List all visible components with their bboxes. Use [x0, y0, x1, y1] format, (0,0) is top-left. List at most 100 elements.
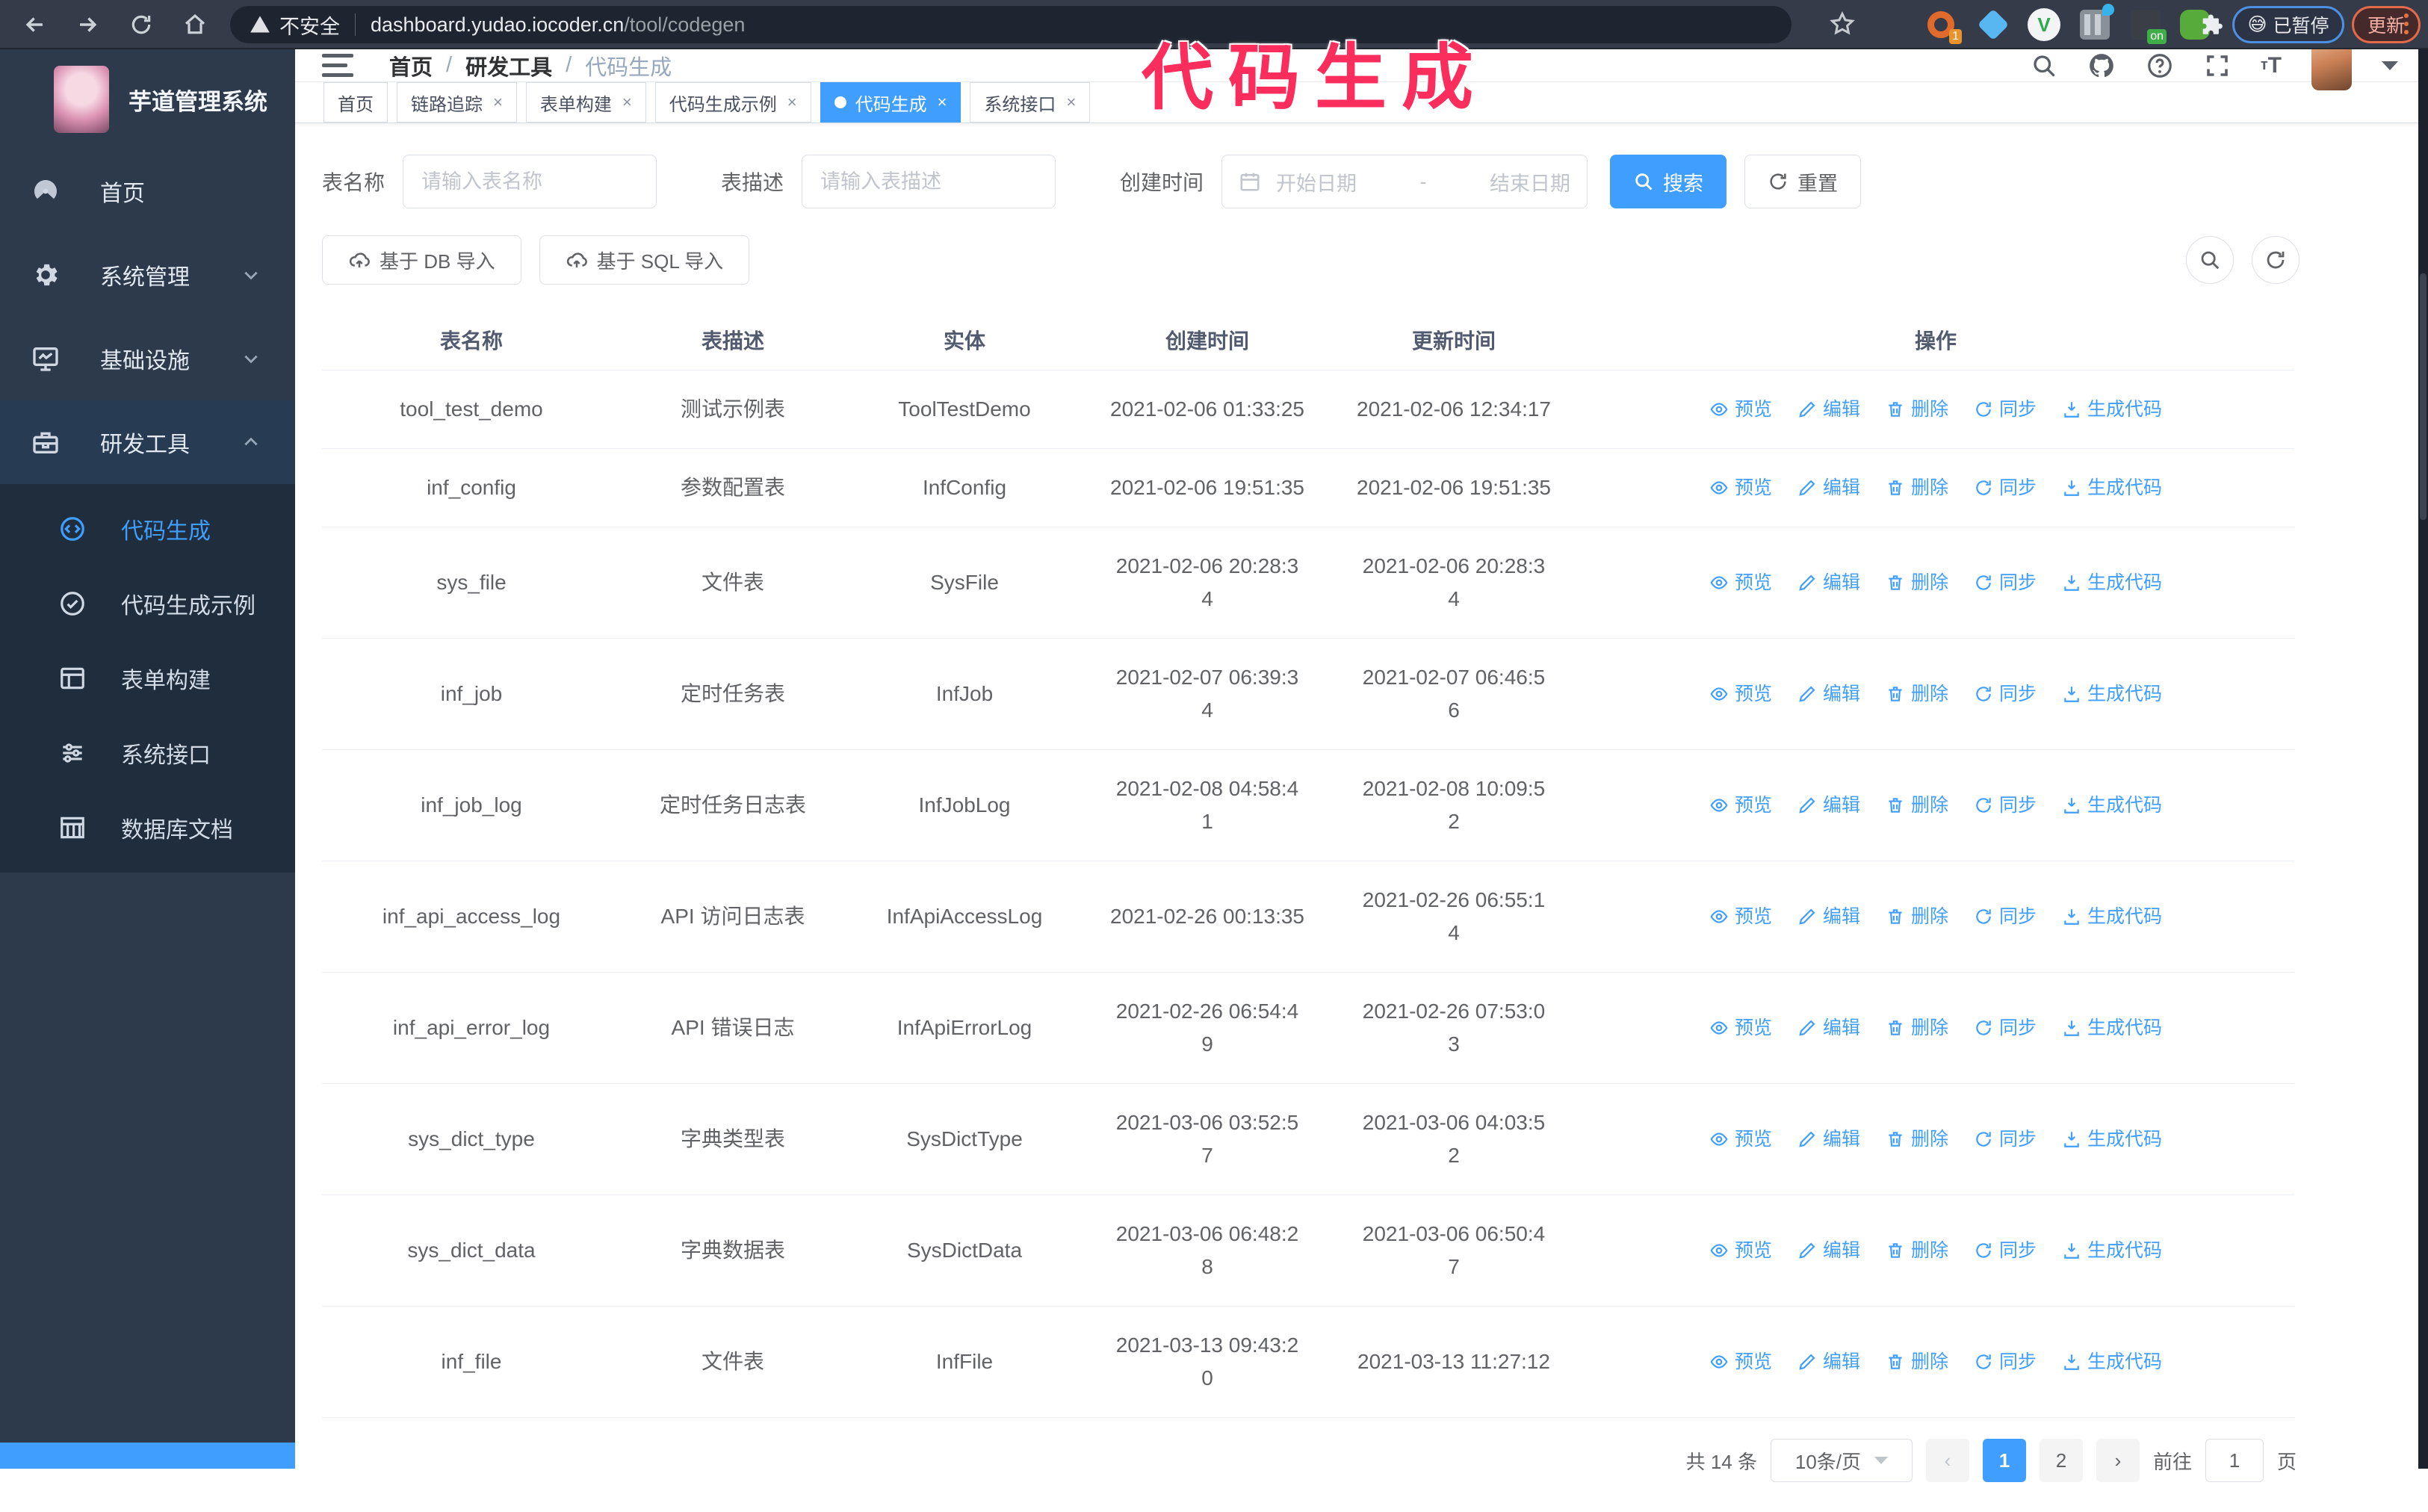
action-preview[interactable]: 预览	[1709, 789, 1772, 822]
action-preview[interactable]: 预览	[1709, 566, 1772, 599]
action-preview[interactable]: 预览	[1709, 1123, 1772, 1156]
page-button-2[interactable]: 2	[2039, 1439, 2083, 1482]
profile-paused-badge[interactable]: 😅 已暂停	[2232, 6, 2344, 43]
browser-refresh-icon[interactable]	[126, 9, 157, 40]
table-name-input[interactable]	[403, 155, 657, 208]
search-button[interactable]: 搜索	[1610, 155, 1727, 208]
action-generate-code[interactable]: 生成代码	[2062, 1123, 2162, 1156]
tab-close-icon[interactable]: ×	[622, 93, 632, 112]
sidebar-item-db-doc[interactable]: 数据库文档	[0, 790, 295, 865]
action-generate-code[interactable]: 生成代码	[2062, 566, 2162, 599]
action-edit[interactable]: 编辑	[1797, 1123, 1860, 1156]
sidebar-item-dev-tools[interactable]: 研发工具	[0, 400, 295, 484]
action-generate-code[interactable]: 生成代码	[2062, 393, 2162, 426]
sidebar-item-system[interactable]: 系统管理	[0, 233, 295, 317]
action-preview[interactable]: 预览	[1709, 678, 1772, 710]
header-search-icon[interactable]	[2031, 52, 2057, 79]
browser-menu-icon[interactable]	[2404, 13, 2409, 34]
action-preview[interactable]: 预览	[1709, 1345, 1772, 1378]
scrollbar-thumb[interactable]	[2420, 273, 2427, 520]
sidebar-item-codegen-example[interactable]: 代码生成示例	[0, 566, 295, 641]
extension-orange-icon[interactable]: 1	[1924, 8, 1962, 44]
action-delete[interactable]: 删除	[1886, 1011, 1948, 1044]
tab-1[interactable]: 首页	[323, 82, 388, 123]
github-icon[interactable]	[2087, 52, 2116, 80]
action-sync[interactable]: 同步	[1974, 1123, 2037, 1156]
action-delete[interactable]: 删除	[1886, 1345, 1948, 1378]
action-sync[interactable]: 同步	[1974, 900, 2037, 933]
action-preview[interactable]: 预览	[1709, 1011, 1772, 1044]
next-page-button[interactable]: ›	[2096, 1439, 2140, 1482]
extensions-puzzle-icon[interactable]	[2195, 8, 2228, 41]
action-edit[interactable]: 编辑	[1797, 1234, 1860, 1267]
action-edit[interactable]: 编辑	[1797, 393, 1860, 426]
fullscreen-icon[interactable]	[2204, 52, 2231, 79]
reset-button[interactable]: 重置	[1744, 155, 1862, 208]
action-delete[interactable]: 删除	[1886, 678, 1948, 710]
action-sync[interactable]: 同步	[1974, 1234, 2037, 1267]
action-sync[interactable]: 同步	[1974, 789, 2037, 822]
sidebar-item-form-builder[interactable]: 表单构建	[0, 641, 295, 716]
action-preview[interactable]: 预览	[1709, 471, 1772, 504]
action-generate-code[interactable]: 生成代码	[2062, 678, 2162, 710]
date-range-picker[interactable]: 开始日期 - 结束日期	[1221, 155, 1588, 208]
action-edit[interactable]: 编辑	[1797, 900, 1860, 933]
action-edit[interactable]: 编辑	[1797, 789, 1860, 822]
tab-4[interactable]: 代码生成示例 ×	[654, 82, 811, 123]
breadcrumb-home[interactable]: 首页	[389, 50, 433, 81]
page-scrollbar[interactable]	[2418, 49, 2428, 1469]
tab-close-icon[interactable]: ×	[938, 93, 947, 112]
import-db-button[interactable]: 基于 DB 导入	[322, 235, 521, 285]
bookmark-star-icon[interactable]	[1829, 10, 1856, 37]
action-sync[interactable]: 同步	[1974, 1011, 2037, 1044]
tab-close-icon[interactable]: ×	[1066, 93, 1076, 112]
avatar-caret-icon[interactable]	[2382, 61, 2398, 70]
help-icon[interactable]	[2146, 52, 2174, 80]
action-preview[interactable]: 预览	[1709, 900, 1772, 933]
browser-forward-icon[interactable]	[72, 9, 103, 40]
action-preview[interactable]: 预览	[1709, 1234, 1772, 1267]
tab-6[interactable]: 系统接口 ×	[970, 82, 1091, 123]
toggle-search-button[interactable]	[2186, 236, 2234, 284]
action-delete[interactable]: 删除	[1886, 1123, 1948, 1156]
prev-page-button[interactable]: ‹	[1925, 1439, 1969, 1482]
action-edit[interactable]: 编辑	[1797, 566, 1860, 599]
action-edit[interactable]: 编辑	[1797, 1011, 1860, 1044]
action-generate-code[interactable]: 生成代码	[2062, 1011, 2162, 1044]
action-delete[interactable]: 删除	[1886, 566, 1948, 599]
action-generate-code[interactable]: 生成代码	[2062, 1345, 2162, 1378]
action-edit[interactable]: 编辑	[1797, 471, 1860, 504]
action-delete[interactable]: 删除	[1886, 900, 1948, 933]
action-delete[interactable]: 删除	[1886, 471, 1948, 504]
tab-2[interactable]: 链路追踪 ×	[397, 82, 517, 123]
breadcrumb-dev-tools[interactable]: 研发工具	[465, 50, 552, 81]
action-edit[interactable]: 编辑	[1797, 678, 1860, 710]
tab-close-icon[interactable]: ×	[787, 93, 797, 112]
sidebar-item-codegen[interactable]: 代码生成	[0, 492, 295, 566]
browser-back-icon[interactable]	[19, 9, 51, 40]
font-size-icon[interactable]: тT	[2261, 53, 2282, 78]
action-generate-code[interactable]: 生成代码	[2062, 1234, 2162, 1267]
page-button-1[interactable]: 1	[1982, 1439, 2026, 1482]
hamburger-icon[interactable]	[322, 49, 353, 81]
refresh-table-button[interactable]	[2252, 236, 2300, 284]
page-size-select[interactable]: 10条/页	[1770, 1439, 1913, 1482]
action-edit[interactable]: 编辑	[1797, 1345, 1860, 1378]
address-bar[interactable]: 不安全 dashboard.yudao.iocoder.cn/tool/code…	[230, 6, 1791, 43]
browser-home-icon[interactable]	[179, 9, 211, 40]
extension-switch-icon[interactable]: on	[2129, 8, 2167, 44]
sidebar-bottom-bar[interactable]	[0, 1443, 295, 1469]
app-logo-row[interactable]: 芋道管理系统	[0, 49, 295, 149]
action-delete[interactable]: 删除	[1886, 1234, 1948, 1267]
goto-page-input[interactable]	[2205, 1439, 2264, 1482]
import-sql-button[interactable]: 基于 SQL 导入	[539, 235, 750, 285]
action-generate-code[interactable]: 生成代码	[2062, 900, 2162, 933]
action-generate-code[interactable]: 生成代码	[2062, 471, 2162, 504]
action-generate-code[interactable]: 生成代码	[2062, 789, 2162, 822]
chrome-update-button[interactable]: 更新	[2352, 6, 2421, 43]
tab-3[interactable]: 表单构建 ×	[525, 82, 646, 123]
action-delete[interactable]: 删除	[1886, 393, 1948, 426]
action-sync[interactable]: 同步	[1974, 566, 2037, 599]
extension-columns-icon[interactable]	[2078, 4, 2114, 41]
action-delete[interactable]: 删除	[1886, 789, 1948, 822]
